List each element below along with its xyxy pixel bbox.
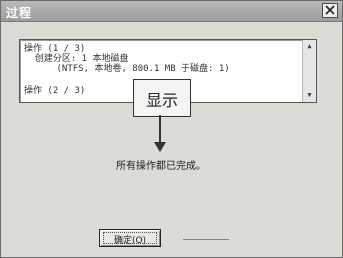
close-icon [325, 5, 335, 15]
log-line-3: (NTFS, 本地卷, 800.1 MB 于磁盘: 1) [24, 64, 230, 74]
process-dialog: 过程 操作 (1 / 3) 创建分区: 1 本地磁盘 (NTFS, 本地卷, 8… [0, 0, 343, 258]
window-title: 过程 [6, 6, 33, 20]
scroll-up-icon[interactable]: ▲ [305, 42, 314, 51]
callout-box: 显示 [133, 79, 191, 117]
log-line-2: 创建分区: 1 本地磁盘 [24, 54, 129, 64]
log-scrollbar[interactable]: ▲ ▼ [302, 40, 316, 102]
title-bar: 过程 [1, 1, 342, 22]
ok-button-label: 确定(O) [113, 236, 147, 246]
ok-button[interactable]: 确定(O) [99, 229, 161, 247]
log-line-4: 操作 (2 / 3) [24, 86, 86, 96]
close-button[interactable] [322, 3, 338, 18]
down-arrow-icon [159, 115, 161, 143]
arrow-head [154, 142, 166, 152]
footer-divider [183, 239, 229, 240]
status-message: 所有操作都已完成。 [116, 161, 206, 172]
log-line-1: 操作 (1 / 3) [24, 44, 86, 54]
scroll-down-icon[interactable]: ▼ [305, 91, 314, 100]
callout-label: 显示 [145, 91, 178, 110]
